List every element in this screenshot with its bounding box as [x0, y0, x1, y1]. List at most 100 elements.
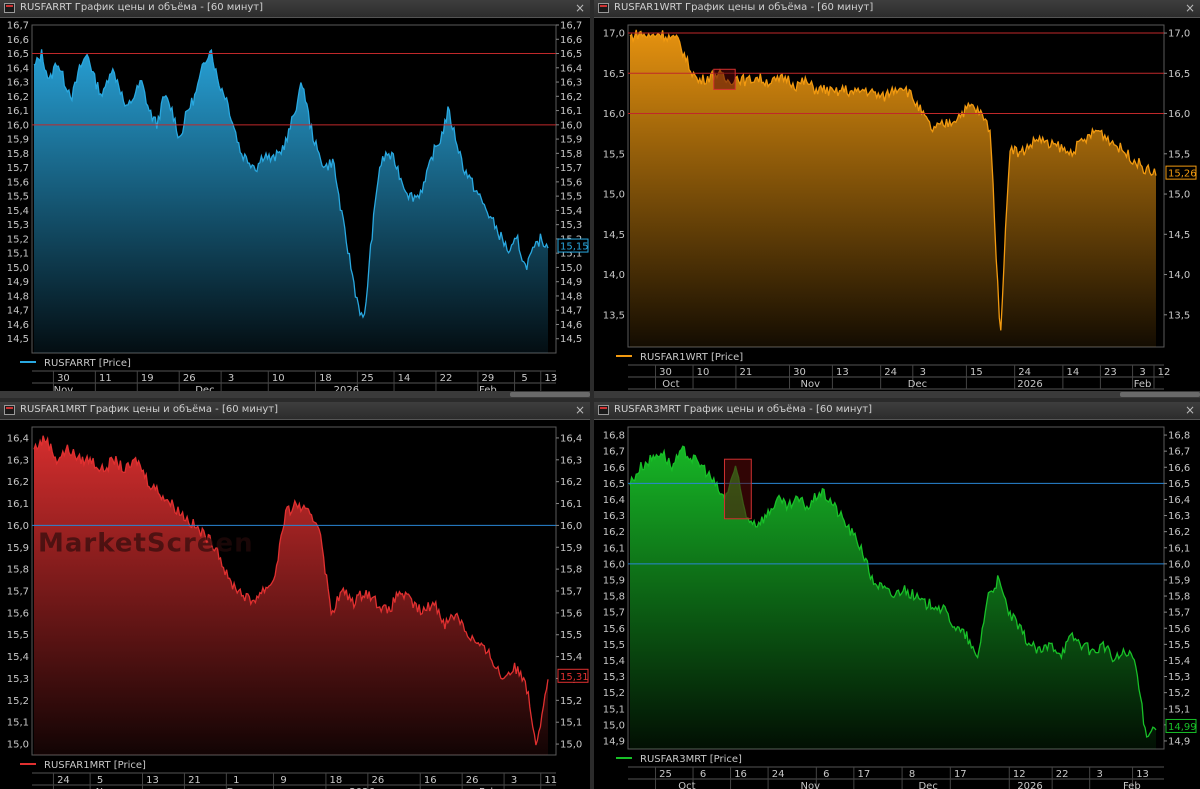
close-icon[interactable]: × — [575, 1, 585, 15]
last-price-label: 15,31 — [560, 672, 589, 683]
x-tick-day: 5 — [97, 775, 103, 786]
y-tick-right: 16,4 — [1168, 495, 1190, 506]
y-tick-left: 16,1 — [603, 543, 625, 554]
scrollbar-thumb[interactable] — [1120, 392, 1200, 397]
x-tick-day: 3 — [511, 775, 517, 786]
window-title: RUSFAR1MRT График цены и объёма - [60 ми… — [20, 404, 278, 415]
close-icon[interactable]: × — [1185, 403, 1195, 417]
close-icon[interactable]: × — [1185, 1, 1195, 15]
y-tick-left: 14,5 — [7, 334, 29, 345]
y-tick-left: 15,5 — [603, 149, 625, 160]
y-tick-right: 16,2 — [560, 477, 582, 488]
x-tick-day: 12 — [1013, 769, 1026, 780]
y-tick-left: 16,3 — [7, 455, 29, 466]
x-tick-day: 12 — [1158, 367, 1171, 378]
price-chart[interactable]: 16,8 16,8 16,7 16,7 16,6 16,6 16,5 16,5 16,4 16,4… — [594, 419, 1200, 789]
y-tick-right: 16,0 — [1168, 109, 1190, 120]
x-tick-day: 13 — [836, 367, 849, 378]
x-tick-day: 26 — [183, 373, 196, 384]
y-tick-left: 13,5 — [603, 310, 625, 321]
y-tick-left: 16,1 — [7, 106, 29, 117]
y-tick-right: 15,7 — [560, 587, 582, 598]
x-tick-day: 11 — [544, 775, 557, 786]
y-tick-left: 15,9 — [7, 135, 29, 146]
scrollbar-thumb[interactable] — [510, 392, 590, 397]
y-tick-left: 15,4 — [7, 206, 29, 217]
y-tick-left: 15,6 — [603, 624, 625, 635]
y-tick-right: 16,2 — [1168, 527, 1190, 538]
y-tick-right: 15,8 — [1168, 592, 1190, 603]
y-tick-right: 15,5 — [1168, 640, 1190, 651]
x-tick-day: 26 — [371, 775, 384, 786]
window-titlebar[interactable]: RUSFAR1MRT График цены и объёма - [60 ми… — [0, 402, 590, 420]
close-icon[interactable]: × — [575, 403, 585, 417]
y-tick-right: 15,6 — [1168, 624, 1190, 635]
x-tick-month: Dec — [918, 781, 937, 789]
x-tick-month: Oct — [678, 781, 695, 789]
horizontal-scrollbar[interactable] — [594, 391, 1200, 398]
y-tick-left: 15,1 — [7, 249, 29, 260]
price-chart[interactable]: 16,7 16,7 16,6 16,6 16,5 16,5 16,4 16,4 16,3 16,3… — [0, 17, 590, 398]
y-tick-left: 16,7 — [7, 21, 29, 32]
rect-annotation[interactable] — [713, 68, 736, 90]
price-chart[interactable]: 16,4 16,4 16,3 16,3 16,2 16,2 16,1 16,1 16,0 16,0… — [0, 419, 590, 789]
panel-rusfar1mrt: RUSFAR1MRT График цены и объёма - [60 ми… — [0, 402, 590, 789]
x-tick-day: 10 — [697, 367, 710, 378]
x-tick-day: 6 — [700, 769, 706, 780]
last-price-label: 15,26 — [1168, 169, 1197, 180]
x-tick-day: 3 — [228, 373, 234, 384]
window-titlebar[interactable]: RUSFAR1WRT График цены и объёма - [60 ми… — [594, 0, 1200, 18]
x-tick-day: 15 — [970, 367, 983, 378]
x-tick-month: Feb — [1134, 379, 1152, 390]
y-tick-right: 16,5 — [1168, 479, 1190, 490]
y-tick-left: 15,7 — [7, 587, 29, 598]
x-tick-month: Nov — [800, 781, 820, 789]
price-chart[interactable]: 17,0 17,0 16,5 16,5 16,0 16,0 15,5 15,5 15,0 15,0… — [594, 17, 1200, 398]
window-title: RUSFAR3MRT График цены и объёма - [60 ми… — [614, 404, 872, 415]
price-area — [630, 29, 1156, 348]
y-tick-right: 14,5 — [1168, 230, 1190, 241]
y-tick-right: 15,2 — [1168, 688, 1190, 699]
y-tick-left: 16,4 — [7, 433, 29, 444]
chart-window-icon — [4, 405, 15, 415]
y-tick-right: 14,6 — [560, 320, 582, 331]
y-tick-left: 16,0 — [7, 120, 29, 131]
y-tick-left: 15,3 — [7, 220, 29, 231]
y-tick-left: 16,5 — [603, 69, 625, 80]
panel-rusfar3mrt: RUSFAR3MRT График цены и объёма - [60 ми… — [594, 402, 1200, 789]
y-tick-left: 14,8 — [7, 291, 29, 302]
y-tick-right: 16,0 — [560, 521, 582, 532]
y-tick-left: 15,7 — [603, 608, 625, 619]
x-tick-month: Nov — [800, 379, 820, 390]
y-tick-left: 16,8 — [603, 431, 625, 442]
y-tick-right: 15,0 — [1168, 190, 1190, 201]
horizontal-scrollbar[interactable] — [0, 391, 590, 398]
legend-label: RUSFAR3MRT [Price] — [640, 754, 742, 765]
y-tick-right: 16,7 — [1168, 447, 1190, 458]
y-tick-left: 16,7 — [603, 447, 625, 458]
window-titlebar[interactable]: RUSFAR3MRT График цены и объёма - [60 ми… — [594, 402, 1200, 420]
window-titlebar[interactable]: RUSFARRT График цены и объёма - [60 мину… — [0, 0, 590, 18]
x-tick-day: 17 — [857, 769, 870, 780]
x-tick-day: 29 — [482, 373, 495, 384]
y-tick-left: 15,5 — [603, 640, 625, 651]
y-tick-right: 16,5 — [1168, 69, 1190, 80]
rect-annotation[interactable] — [723, 458, 752, 520]
x-tick-day: 19 — [141, 373, 154, 384]
y-tick-left: 16,2 — [7, 92, 29, 103]
x-tick-day: 1 — [233, 775, 239, 786]
price-area — [34, 435, 548, 755]
x-tick-day: 25 — [361, 373, 374, 384]
y-tick-right: 15,0 — [560, 263, 582, 274]
y-tick-left: 15,1 — [603, 704, 625, 715]
y-tick-right: 15,6 — [560, 177, 582, 188]
x-tick-day: 24 — [772, 769, 785, 780]
x-tick-day: 24 — [57, 775, 70, 786]
x-tick-day: 26 — [466, 775, 479, 786]
y-tick-left: 15,8 — [7, 565, 29, 576]
x-tick-day: 5 — [521, 373, 527, 384]
x-tick-day: 16 — [734, 769, 747, 780]
y-tick-left: 16,6 — [7, 35, 29, 46]
y-tick-left: 17,0 — [603, 29, 625, 40]
y-tick-right: 15,8 — [560, 565, 582, 576]
